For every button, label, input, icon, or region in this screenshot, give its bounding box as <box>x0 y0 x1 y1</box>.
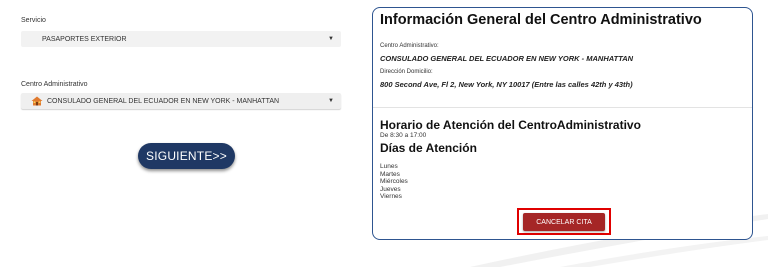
horario-value: De 8:30 a 17:00 <box>380 132 427 139</box>
divider <box>373 107 752 108</box>
servicio-select-value: PASAPORTES EXTERIOR <box>42 35 127 43</box>
info-card: Información General del Centro Administr… <box>372 7 753 240</box>
horario-title: Horario de Atención del CentroAdministra… <box>380 118 641 132</box>
card-title: Información General del Centro Administr… <box>380 12 702 28</box>
centro-info-label: Centro Administrativo: <box>380 43 439 49</box>
centro-info-value: CONSULADO GENERAL DEL ECUADOR EN NEW YOR… <box>380 54 634 63</box>
siguiente-button[interactable]: SIGUIENTE>> <box>138 143 235 169</box>
dia-item: Viernes <box>380 193 402 201</box>
centro-select-value: CONSULADO GENERAL DEL ECUADOR EN NEW YOR… <box>47 97 280 105</box>
dia-item: Lunes <box>380 163 398 170</box>
cancelar-cita-button[interactable]: CANCELAR CITA <box>523 213 605 231</box>
direccion-label: Dirección Domicilio: <box>380 69 433 75</box>
dia-item: Martes <box>380 170 400 178</box>
centro-select[interactable]: CONSULADO GENERAL DEL ECUADOR EN NEW YOR… <box>21 93 341 109</box>
servicio-label: Servicio <box>21 17 46 24</box>
centro-label: Centro Administrativo <box>21 81 88 88</box>
dia-item: Miércoles <box>380 178 408 186</box>
chevron-down-icon: ▼ <box>328 98 334 104</box>
servicio-select[interactable]: PASAPORTES EXTERIOR ▼ <box>21 31 341 47</box>
dias-title: Días de Atención <box>380 141 477 155</box>
direccion-value: 800 Second Ave, Fl 2, New York, NY 10017… <box>380 80 633 89</box>
dias-list: Lunes Martes Miércoles Jueves Viernes <box>380 163 408 201</box>
dia-item: Jueves <box>380 185 401 193</box>
chevron-down-icon: ▼ <box>328 36 334 42</box>
house-icon <box>31 96 43 106</box>
